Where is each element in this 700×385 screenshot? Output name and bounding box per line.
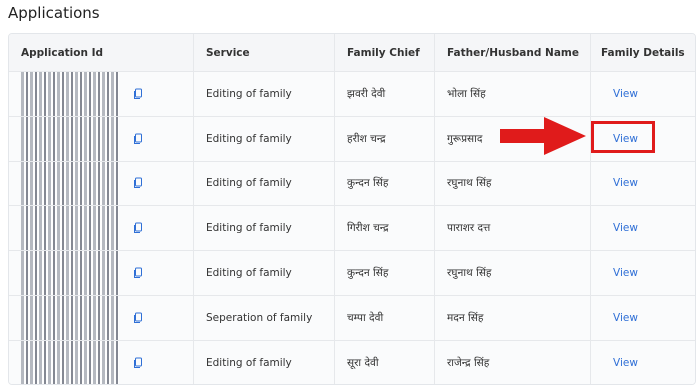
father-husband-name-cell: रघुनाथ सिंह <box>435 251 591 295</box>
view-link[interactable]: View <box>603 88 638 100</box>
table-row: Editing of family कुन्दन सिंह रघुनाथ सिं… <box>9 251 695 296</box>
family-details-cell: View <box>591 296 695 340</box>
family-chief-cell: चम्पा देवी <box>335 296 435 340</box>
family-chief-cell: सूरा देवी <box>335 340 435 384</box>
family-chief-cell: झवरी देवी <box>335 72 435 116</box>
view-link[interactable]: View <box>603 267 638 279</box>
application-id-cell <box>9 72 194 116</box>
family-details-cell: View <box>591 341 695 384</box>
family-details-cell: View <box>591 72 695 116</box>
table-header-row: Application Id Service Family Chief Fath… <box>9 34 695 72</box>
application-id-cell <box>9 116 194 161</box>
redacted-application-id <box>21 116 119 161</box>
arrow-right-icon <box>500 117 586 155</box>
father-husband-name-cell: रघुनाथ सिंह <box>435 161 591 206</box>
service-cell: Editing of family <box>194 161 335 206</box>
header-family-details: Family Details <box>601 46 685 59</box>
service-cell: Editing of family <box>194 251 335 295</box>
family-chief-cell: कुन्दन सिंह <box>335 161 435 206</box>
family-chief-cell: हरीश चन्द्र <box>335 116 435 161</box>
copy-icon[interactable] <box>133 357 142 368</box>
copy-icon[interactable] <box>133 88 142 99</box>
copy-icon[interactable] <box>133 312 142 323</box>
view-link[interactable]: View <box>603 177 638 189</box>
applications-table: Application Id Service Family Chief Fath… <box>8 33 696 385</box>
application-id-cell <box>9 296 194 340</box>
table-row: Editing of family सूरा देवी राजेन्द्र सि… <box>9 340 695 384</box>
view-link[interactable]: View <box>603 357 638 369</box>
copy-icon[interactable] <box>133 177 142 189</box>
family-chief-cell: कुन्दन सिंह <box>335 251 435 295</box>
table-row: Editing of family कुन्दन सिंह रघुनाथ सिं… <box>9 161 695 207</box>
redacted-application-id <box>21 296 119 340</box>
family-details-cell: View <box>591 162 695 206</box>
redacted-application-id <box>21 206 119 251</box>
father-husband-name-cell: पाराशर दत्त <box>435 206 591 251</box>
application-id-cell <box>9 251 194 295</box>
table-row: Seperation of family चम्पा देवी मदन सिंह… <box>9 296 695 341</box>
view-highlight-box <box>591 121 655 153</box>
father-husband-name-cell: भोला सिंह <box>435 72 591 116</box>
service-cell: Editing of family <box>194 72 335 116</box>
copy-icon[interactable] <box>133 222 142 234</box>
redacted-application-id <box>21 251 119 295</box>
page-title: Applications <box>8 4 100 22</box>
table-row: Editing of family झवरी देवी भोला सिंह Vi… <box>9 72 695 117</box>
family-chief-cell: गिरीश चन्द्र <box>335 206 435 251</box>
header-service: Service <box>194 34 335 71</box>
view-link[interactable]: View <box>603 222 638 234</box>
copy-icon[interactable] <box>133 267 142 279</box>
redacted-application-id <box>21 72 119 116</box>
father-husband-name-cell: राजेन्द्र सिंह <box>435 340 591 384</box>
service-cell: Editing of family <box>194 116 335 161</box>
copy-icon[interactable] <box>133 133 142 144</box>
application-id-cell <box>9 340 194 384</box>
header-family-chief: Family Chief <box>335 34 435 71</box>
redacted-application-id <box>21 340 119 384</box>
view-link[interactable]: View <box>603 312 638 324</box>
header-father-husband-name: Father/Husband Name <box>435 34 591 71</box>
redacted-application-id <box>21 161 119 206</box>
family-details-cell: View <box>591 251 695 295</box>
father-husband-name-cell: मदन सिंह <box>435 296 591 340</box>
application-id-cell <box>9 206 194 251</box>
service-cell: Editing of family <box>194 340 335 384</box>
table-row: Editing of family गिरीश चन्द्र पाराशर दत… <box>9 206 695 252</box>
header-application-id: Application Id <box>9 34 194 71</box>
family-details-cell: View <box>591 206 695 250</box>
application-id-cell <box>9 161 194 206</box>
service-cell: Seperation of family <box>194 296 335 340</box>
service-cell: Editing of family <box>194 206 335 251</box>
